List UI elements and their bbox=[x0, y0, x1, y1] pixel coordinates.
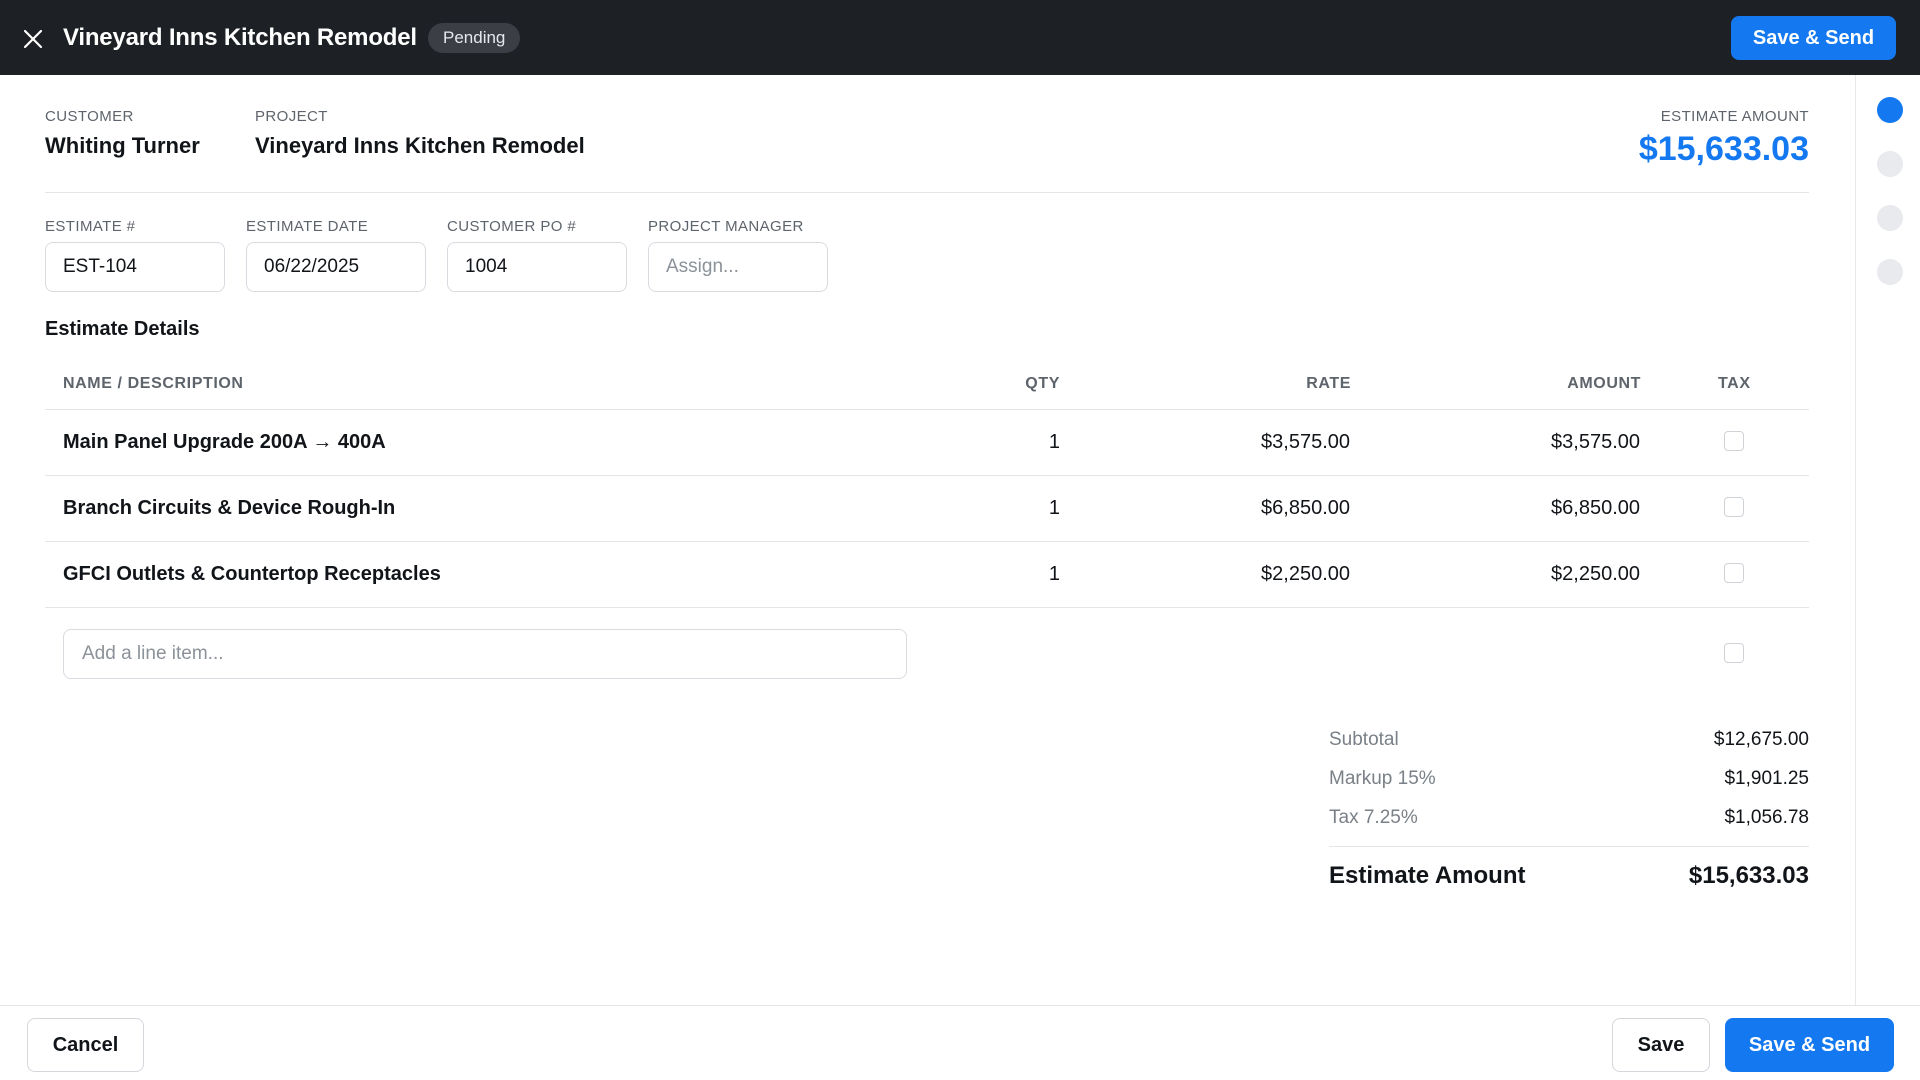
page-title: Vineyard Inns Kitchen Remodel bbox=[63, 24, 417, 51]
estimate-date-label: ESTIMATE DATE bbox=[246, 218, 369, 235]
column-header-tax: TAX bbox=[1718, 375, 1751, 392]
item-amount: $3,575.00 bbox=[1551, 431, 1640, 453]
step-indicator-active[interactable] bbox=[1877, 97, 1903, 123]
step-rail bbox=[1855, 75, 1920, 1005]
tax-checkbox[interactable] bbox=[1724, 431, 1744, 451]
project-manager-label: PROJECT MANAGER bbox=[648, 218, 804, 235]
customer-label: CUSTOMER bbox=[45, 108, 134, 125]
subtotal-label: Subtotal bbox=[1329, 729, 1399, 750]
customer-po-field[interactable] bbox=[447, 242, 627, 292]
step-indicator[interactable] bbox=[1877, 205, 1903, 231]
item-rate: $6,850.00 bbox=[1261, 497, 1350, 519]
column-header-name: NAME / DESCRIPTION bbox=[63, 375, 244, 392]
step-indicator[interactable] bbox=[1877, 259, 1903, 285]
markup-value: $1,901.25 bbox=[1724, 768, 1809, 789]
column-header-qty: QTY bbox=[1025, 375, 1060, 392]
column-header-rate: RATE bbox=[1306, 375, 1351, 392]
table-row[interactable]: Main Panel Upgrade 200A → 400A 1 $3,575.… bbox=[45, 410, 1809, 476]
item-rate: $2,250.00 bbox=[1261, 563, 1350, 585]
header-save-send-button[interactable]: Save & Send bbox=[1731, 16, 1896, 60]
estimate-amount-value: $15,633.03 bbox=[1638, 130, 1809, 168]
total-label: Estimate Amount bbox=[1329, 862, 1526, 889]
tax-label: Tax 7.25% bbox=[1329, 807, 1418, 828]
estimate-number-field[interactable] bbox=[45, 242, 225, 292]
project-name: Vineyard Inns Kitchen Remodel bbox=[255, 133, 585, 158]
cancel-button[interactable]: Cancel bbox=[27, 1018, 144, 1072]
summary-divider bbox=[45, 192, 1809, 193]
subtotal-value: $12,675.00 bbox=[1713, 729, 1809, 750]
customer-po-label: CUSTOMER PO # bbox=[447, 218, 577, 235]
top-bar: Vineyard Inns Kitchen Remodel Pending Sa… bbox=[0, 0, 1920, 75]
tax-value: $1,056.78 bbox=[1724, 807, 1809, 828]
item-amount: $2,250.00 bbox=[1551, 563, 1640, 585]
footer-bar: Cancel Save Save & Send bbox=[0, 1005, 1920, 1080]
project-manager-field[interactable] bbox=[648, 242, 828, 292]
customer-name: Whiting Turner bbox=[45, 133, 200, 158]
table-row[interactable]: GFCI Outlets & Countertop Receptacles 1 … bbox=[45, 542, 1809, 608]
project-label: PROJECT bbox=[255, 108, 328, 125]
totals-divider bbox=[1329, 846, 1809, 847]
item-name: Main Panel Upgrade 200A → 400A bbox=[63, 431, 386, 453]
item-qty: 1 bbox=[1048, 497, 1060, 519]
status-badge: Pending bbox=[428, 23, 521, 53]
column-header-amount: AMOUNT bbox=[1567, 375, 1641, 392]
section-title: Estimate Details bbox=[45, 318, 200, 340]
tax-checkbox[interactable] bbox=[1724, 497, 1744, 517]
table-row[interactable]: Branch Circuits & Device Rough-In 1 $6,8… bbox=[45, 476, 1809, 542]
item-qty: 1 bbox=[1048, 563, 1060, 585]
close-icon[interactable] bbox=[20, 26, 46, 52]
footer-save-send-button[interactable]: Save & Send bbox=[1725, 1018, 1894, 1072]
estimate-amount-label: ESTIMATE AMOUNT bbox=[1660, 108, 1809, 125]
step-indicator[interactable] bbox=[1877, 151, 1903, 177]
item-qty: 1 bbox=[1048, 431, 1060, 453]
add-line-item-input[interactable] bbox=[63, 629, 907, 679]
save-button[interactable]: Save bbox=[1612, 1018, 1710, 1072]
estimate-date-field[interactable] bbox=[246, 242, 426, 292]
estimate-number-label: ESTIMATE # bbox=[45, 218, 136, 235]
item-amount: $6,850.00 bbox=[1551, 497, 1640, 519]
markup-label: Markup 15% bbox=[1329, 768, 1436, 789]
estimate-form: CUSTOMER Whiting Turner PROJECT Vineyard… bbox=[0, 75, 1855, 1005]
total-value: $15,633.03 bbox=[1688, 862, 1809, 889]
new-line-tax-checkbox[interactable] bbox=[1724, 643, 1744, 663]
tax-checkbox[interactable] bbox=[1724, 563, 1744, 583]
item-rate: $3,575.00 bbox=[1261, 431, 1350, 453]
item-name: GFCI Outlets & Countertop Receptacles bbox=[63, 563, 441, 585]
item-name: Branch Circuits & Device Rough-In bbox=[63, 497, 396, 519]
